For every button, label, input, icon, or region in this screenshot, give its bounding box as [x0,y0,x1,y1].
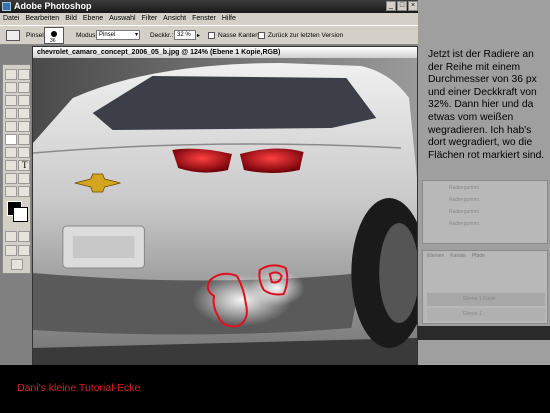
layers-tabs: Ebenen Kanäle Pfade [427,253,485,259]
wet-edges-label: Nasse Kanten [218,32,259,39]
fullscreen-mode-icon[interactable] [18,245,30,256]
imageready-icon[interactable] [11,259,23,270]
slice-tool-icon[interactable] [18,95,30,106]
opacity-value: 32 % [177,32,191,38]
mode-value: Pinsel [99,32,116,38]
toolbox: T [2,64,31,274]
magic-wand-tool-icon[interactable] [18,82,30,93]
zoom-tool-icon[interactable] [18,186,30,197]
opacity-arrow-icon[interactable]: ▸ [197,32,200,39]
history-brush-tool-icon[interactable] [18,121,30,132]
path-selection-tool-icon[interactable] [5,160,17,171]
menu-item-bild[interactable]: Bild [65,13,77,25]
tool-options-bar: Pinsel: 36 Modus: Pinsel ▾ Deckkr.: 32 %… [0,25,418,45]
chevron-down-icon: ▾ [134,32,138,38]
opacity-label: Deckkr.: [150,32,174,39]
app-title: Adobe Photoshop [14,1,92,11]
history-palette: Radiergummi Radiergummi Radiergummi Radi… [422,180,548,244]
tab-ebenen[interactable]: Ebenen [427,253,444,259]
menu-item-filter[interactable]: Filter [142,13,158,25]
menu-item-fenster[interactable]: Fenster [192,13,216,25]
menu-item-ebene[interactable]: Ebene [83,13,103,25]
minimize-button[interactable]: _ [386,1,396,11]
history-item[interactable]: Radiergummi [449,197,479,203]
photoshop-app-icon [2,2,11,11]
palette-divider-strip [418,326,550,340]
shape-tool-icon[interactable] [18,173,30,184]
eraser-tool-button[interactable] [5,134,17,145]
erase-to-history-checkbox[interactable] [258,32,265,39]
gradient-tool-icon[interactable] [18,134,30,145]
hand-tool-icon[interactable] [5,186,17,197]
pen-tool-icon[interactable] [5,173,17,184]
quick-mask-icon[interactable] [18,231,30,242]
clone-stamp-tool-icon[interactable] [5,121,17,132]
menu-item-datei[interactable]: Datei [3,13,19,25]
layer-row[interactable]: Ebene 1 [427,308,545,321]
standard-mode-icon[interactable] [5,231,17,242]
eraser-tool-icon[interactable] [6,30,20,41]
menu-item-hilfe[interactable]: Hilfe [222,13,236,25]
marquee-tool-icon[interactable] [5,69,17,80]
layer-name: Ebene 1 Kopie [463,296,496,302]
exhaust-smoke-2 [248,270,305,306]
healing-brush-tool-icon[interactable] [5,108,17,119]
document-title: chevrolet_camaro_concept_2006_05_b.jpg @… [37,49,281,56]
screen-mode-icon[interactable] [5,245,17,256]
window-controls: _ □ × [386,1,418,11]
maximize-button[interactable]: □ [397,1,407,11]
brush-label: Pinsel: [26,32,46,39]
mode-label: Modus: [76,32,98,39]
layer-name: Ebene 1 [463,311,482,317]
wet-edges-checkbox[interactable] [208,32,215,39]
brush-picker[interactable]: 36 [44,27,64,44]
tail-light-right [239,148,304,173]
tutorial-instruction-text: Jetzt ist der Radiere an der Reihe mit e… [428,49,545,161]
document-window[interactable]: chevrolet_camaro_concept_2006_05_b.jpg @… [32,46,418,365]
menu-item-bearbeiten[interactable]: Bearbeiten [25,13,59,25]
opacity-input[interactable]: 32 % [174,30,196,40]
layers-palette: Ebenen Kanäle Pfade Ebene 1 Kopie Ebene … [422,250,548,324]
crop-tool-icon[interactable] [5,95,17,106]
text-tool-icon[interactable]: T [18,160,30,171]
erase-to-history-label: Zurück zur letzten Version [268,32,344,39]
dodge-tool-icon[interactable] [18,147,30,158]
license-plate-inset [72,236,135,258]
close-button[interactable]: × [408,1,418,11]
menu-bar: Datei Bearbeiten Bild Ebene Auswahl Filt… [0,13,418,25]
brush-size: 36 [50,38,56,44]
tutorial-caption: Dani's kleine Tutorial-Ecke [17,382,141,394]
document-title-bar: chevrolet_camaro_concept_2006_05_b.jpg @… [33,47,417,58]
lasso-tool-icon[interactable] [5,82,17,93]
menu-item-ansicht[interactable]: Ansicht [163,13,186,25]
mode-select[interactable]: Pinsel ▾ [96,30,140,40]
brush-tool-icon[interactable] [18,108,30,119]
document-canvas[interactable] [33,58,417,365]
blur-tool-icon[interactable] [5,147,17,158]
move-tool-icon[interactable] [18,69,30,80]
tab-pfade[interactable]: Pfade [472,253,485,259]
history-item[interactable]: Radiergummi [449,185,479,191]
history-item[interactable]: Radiergummi [449,221,479,227]
layer-row[interactable]: Ebene 1 Kopie [427,293,545,306]
background-color-swatch[interactable] [13,207,28,222]
tab-kanaele[interactable]: Kanäle [450,253,466,259]
history-item[interactable]: Radiergummi [449,209,479,215]
app-title-bar: Adobe Photoshop [0,0,418,13]
menu-item-auswahl[interactable]: Auswahl [109,13,135,25]
